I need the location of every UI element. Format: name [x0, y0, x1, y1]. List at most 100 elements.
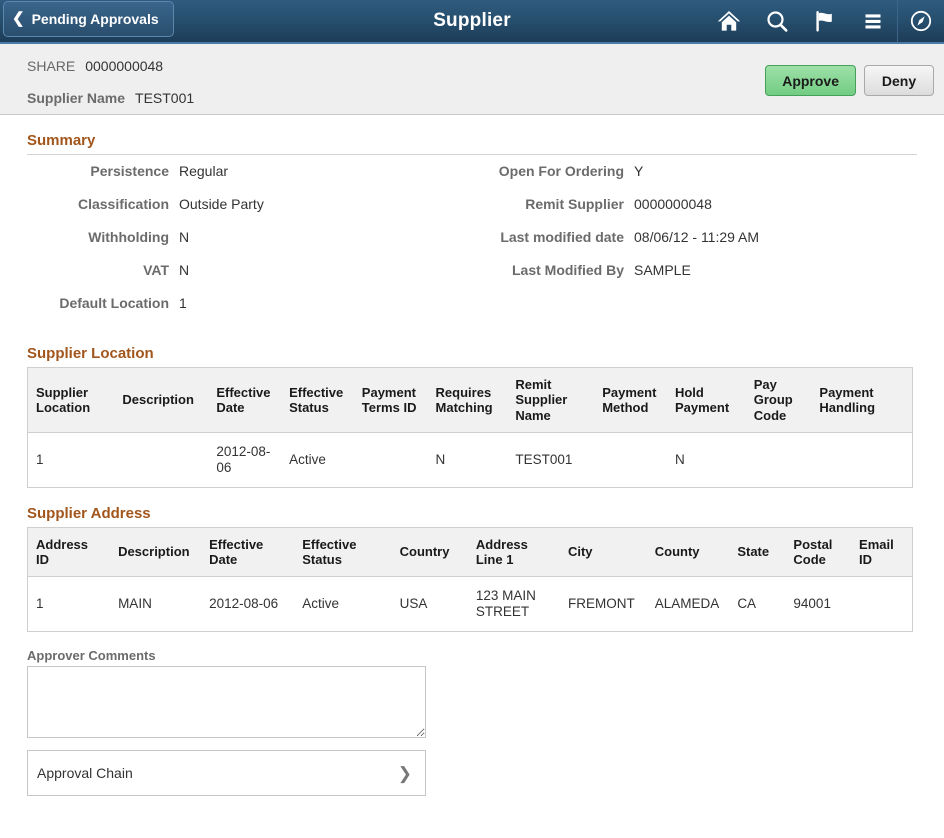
summary-label: VAT: [27, 262, 179, 278]
table-header-row: Supplier Location Description Effective …: [28, 368, 913, 433]
supplier-address-table: Address ID Description Effective Date Ef…: [27, 527, 913, 633]
column-header-payment-terms-id[interactable]: Payment Terms ID: [354, 368, 428, 433]
cell-email-id: [851, 577, 912, 632]
supplier-name-row: Supplier Name TEST001: [27, 90, 194, 106]
column-header-remit-supplier-name[interactable]: Remit Supplier Name: [507, 368, 594, 433]
cell-address-id: 1: [28, 577, 111, 632]
navbar-compass-icon[interactable]: [897, 0, 944, 42]
supplier-location-table: Supplier Location Description Effective …: [27, 367, 913, 488]
summary-fields: Persistence Regular Classification Outsi…: [27, 163, 917, 328]
column-header-description[interactable]: Description: [110, 527, 201, 577]
summary-label: Last Modified By: [472, 262, 634, 278]
column-header-payment-handling[interactable]: Payment Handling: [811, 368, 912, 433]
setid-row: SHARE 0000000048: [27, 58, 163, 74]
cell-postal-code: 94001: [785, 577, 851, 632]
column-header-county[interactable]: County: [647, 527, 730, 577]
summary-value: Outside Party: [179, 196, 264, 212]
home-icon[interactable]: [705, 0, 753, 42]
summary-field-last-modified-by: Last Modified By SAMPLE: [472, 262, 917, 295]
column-header-hold-payment[interactable]: Hold Payment: [667, 368, 746, 433]
summary-value: 1: [179, 295, 187, 311]
cell-effective-date: 2012-08-06: [201, 577, 294, 632]
summary-field-open-for-ordering: Open For Ordering Y: [472, 163, 917, 196]
summary-field-persistence: Persistence Regular: [27, 163, 472, 196]
navbar-icon-group: [705, 0, 944, 42]
summary-label: Default Location: [27, 295, 179, 311]
cell-supplier-location: 1: [28, 432, 115, 487]
summary-field-classification: Classification Outside Party: [27, 196, 472, 229]
main-content: Summary Persistence Regular Classificati…: [0, 132, 944, 796]
approval-chain-link[interactable]: Approval Chain ❯: [27, 750, 426, 796]
column-header-description[interactable]: Description: [114, 368, 208, 433]
cell-pay-group-code: [746, 432, 812, 487]
cell-requires-matching: N: [428, 432, 508, 487]
summary-label: Last modified date: [472, 229, 634, 245]
summary-field-default-location: Default Location 1: [27, 295, 472, 328]
cell-description: MAIN: [110, 577, 201, 632]
hamburger-menu-icon[interactable]: [849, 0, 897, 42]
setid-value: 0000000048: [85, 58, 163, 74]
cell-address-line-1: 123 MAIN STREET: [468, 577, 560, 632]
summary-section-title: Summary: [27, 132, 917, 149]
search-icon[interactable]: [753, 0, 801, 42]
supplier-name-value: TEST001: [135, 90, 194, 106]
summary-right-column: Open For Ordering Y Remit Supplier 00000…: [472, 163, 917, 328]
summary-label: Classification: [27, 196, 179, 212]
column-header-state[interactable]: State: [729, 527, 785, 577]
approver-comments-input[interactable]: [27, 666, 426, 738]
supplier-location-section-title: Supplier Location: [27, 345, 917, 362]
summary-field-remit-supplier: Remit Supplier 0000000048: [472, 196, 917, 229]
back-button-pending-approvals[interactable]: ❮ Pending Approvals: [3, 1, 174, 37]
setid-label: SHARE: [27, 58, 75, 74]
approve-button[interactable]: Approve: [765, 65, 856, 96]
top-navigation-bar: ❮ Pending Approvals Supplier: [0, 0, 944, 44]
column-header-effective-status[interactable]: Effective Status: [281, 368, 354, 433]
column-header-city[interactable]: City: [560, 527, 647, 577]
cell-effective-status: Active: [294, 577, 391, 632]
column-header-pay-group-code[interactable]: Pay Group Code: [746, 368, 812, 433]
summary-value: 0000000048: [634, 196, 712, 212]
cell-country: USA: [392, 577, 468, 632]
column-header-country[interactable]: Country: [392, 527, 468, 577]
table-row[interactable]: 1 MAIN 2012-08-06 Active USA 123 MAIN ST…: [28, 577, 913, 632]
column-header-effective-date[interactable]: Effective Date: [201, 527, 294, 577]
supplier-name-label: Supplier Name: [27, 90, 125, 106]
flag-icon[interactable]: [801, 0, 849, 42]
chevron-left-icon: ❮: [12, 11, 25, 26]
approval-action-buttons: Approve Deny: [765, 65, 934, 96]
approver-comments-label: Approver Comments: [27, 648, 917, 663]
summary-value: 08/06/12 - 11:29 AM: [634, 229, 759, 245]
summary-label: Withholding: [27, 229, 179, 245]
deny-button[interactable]: Deny: [864, 65, 934, 96]
cell-remit-supplier-name: TEST001: [507, 432, 594, 487]
column-header-requires-matching[interactable]: Requires Matching: [428, 368, 508, 433]
column-header-payment-method[interactable]: Payment Method: [594, 368, 667, 433]
summary-label: Remit Supplier: [472, 196, 634, 212]
summary-field-last-modified-date: Last modified date 08/06/12 - 11:29 AM: [472, 229, 917, 262]
approval-chain-label: Approval Chain: [37, 765, 133, 781]
cell-city: FREMONT: [560, 577, 647, 632]
column-header-address-id[interactable]: Address ID: [28, 527, 111, 577]
cell-county: ALAMEDA: [647, 577, 730, 632]
back-button-label: Pending Approvals: [32, 11, 159, 27]
supplier-subheader: SHARE 0000000048 Supplier Name TEST001 A…: [0, 44, 944, 115]
summary-section-divider: [27, 154, 917, 155]
column-header-address-line-1[interactable]: Address Line 1: [468, 527, 560, 577]
summary-value: SAMPLE: [634, 262, 691, 278]
cell-state: CA: [729, 577, 785, 632]
column-header-supplier-location[interactable]: Supplier Location: [28, 368, 115, 433]
table-row[interactable]: 1 2012-08-06 Active N TEST001 N: [28, 432, 913, 487]
column-header-effective-status[interactable]: Effective Status: [294, 527, 391, 577]
cell-payment-method: [594, 432, 667, 487]
summary-field-withholding: Withholding N: [27, 229, 472, 262]
table-header-row: Address ID Description Effective Date Ef…: [28, 527, 913, 577]
cell-description: [114, 432, 208, 487]
summary-label: Persistence: [27, 163, 179, 179]
summary-value: N: [179, 262, 189, 278]
cell-hold-payment: N: [667, 432, 746, 487]
column-header-effective-date[interactable]: Effective Date: [208, 368, 281, 433]
summary-left-column: Persistence Regular Classification Outsi…: [27, 163, 472, 328]
column-header-postal-code[interactable]: Postal Code: [785, 527, 851, 577]
column-header-email-id[interactable]: Email ID: [851, 527, 912, 577]
cell-effective-date: 2012-08-06: [208, 432, 281, 487]
